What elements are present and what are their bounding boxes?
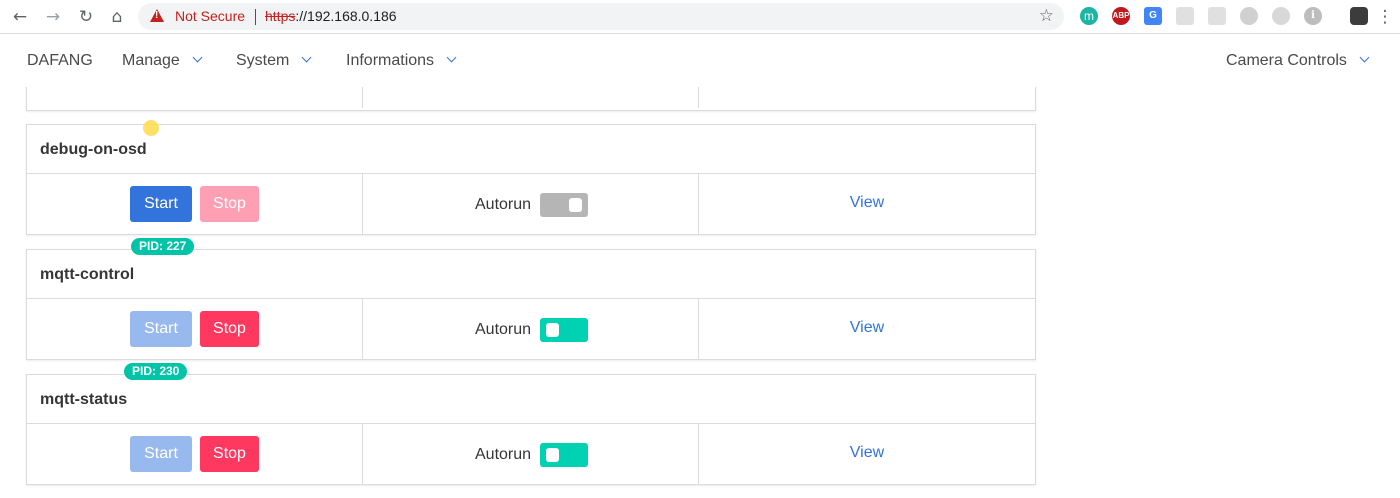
service-body: Start Stop Autorun View [27, 424, 1035, 484]
browser-toolbar: ← → ↻ ⌂ Not Secure https://192.168.0.186… [0, 0, 1400, 34]
bookmark-star-icon[interactable]: ☆ [1039, 6, 1054, 26]
nav-camera-controls[interactable]: Camera Controls [1226, 52, 1370, 70]
home-icon[interactable]: ⌂ [106, 6, 128, 28]
service-name: mqtt-control [40, 266, 135, 283]
start-button[interactable]: Start [130, 311, 192, 347]
service-card: mqtt-status PID: 230 Start Stop Autorun … [26, 363, 1036, 485]
nav-manage[interactable]: Manage [122, 52, 203, 70]
nav-system[interactable]: System [236, 52, 312, 70]
service-actions [27, 87, 363, 108]
extension-circle-icon[interactable] [1272, 7, 1290, 25]
service-header: mqtt-control PID: 227 [27, 238, 1035, 299]
service-view: View [699, 424, 1035, 484]
service-body: Start Stop Autorun View [27, 174, 1035, 234]
adblock-icon[interactable]: ABP [1112, 7, 1130, 25]
pid-badge: PID: 227 [131, 238, 195, 255]
view-link[interactable]: View [699, 319, 1035, 337]
extension-m-icon[interactable]: m [1080, 7, 1098, 25]
service-autorun: Autorun [363, 299, 699, 359]
chevron-down-icon [301, 52, 312, 63]
service-card: debug-on-osd Start Stop Autorun View [26, 120, 1036, 235]
autorun-label: Autorun [475, 321, 532, 338]
service-view: View [699, 174, 1035, 234]
service-name: debug-on-osd [40, 141, 147, 158]
autorun-toggle[interactable] [540, 193, 588, 217]
chevron-down-icon [1359, 52, 1370, 63]
extension-gray-icon[interactable] [1176, 7, 1194, 25]
nav-system-label: System [236, 52, 290, 69]
service-autorun: Autorun [363, 424, 699, 484]
forward-icon[interactable]: → [42, 6, 64, 28]
info-icon[interactable]: i [1304, 7, 1322, 25]
stop-button[interactable]: Stop [200, 311, 259, 347]
service-actions: Start Stop [27, 424, 363, 484]
chevron-down-icon [192, 52, 203, 63]
toggle-knob [546, 323, 559, 337]
nav-informations[interactable]: Informations [346, 52, 457, 70]
url-host: ://192.168.0.186 [295, 8, 397, 24]
toggle-knob [546, 448, 559, 462]
translate-icon[interactable]: G [1144, 7, 1162, 25]
service-actions: Start Stop [27, 299, 363, 359]
reload-icon[interactable]: ↻ [75, 6, 97, 28]
menu-dots-icon[interactable]: ⋮ [1374, 6, 1396, 28]
status-dot [143, 120, 159, 136]
back-icon[interactable]: ← [9, 6, 31, 28]
service-view [699, 87, 1035, 108]
start-button[interactable]: Start [130, 436, 192, 472]
omnibox-divider [255, 9, 256, 25]
extension-chat-icon[interactable] [1240, 7, 1258, 25]
url-text: https://192.168.0.186 [265, 8, 397, 24]
service-view: View [699, 299, 1035, 359]
extension-box-icon[interactable] [1208, 7, 1226, 25]
autorun-toggle[interactable] [540, 318, 588, 342]
nav-manage-label: Manage [122, 52, 180, 69]
service-autorun: Autorun [363, 174, 699, 234]
view-link[interactable]: View [699, 444, 1035, 462]
service-header: mqtt-status PID: 230 [27, 363, 1035, 424]
service-body: Start Stop Autorun View [27, 299, 1035, 359]
address-bar[interactable]: Not Secure https://192.168.0.186 ☆ [138, 3, 1064, 30]
services-list: debug-on-osd Start Stop Autorun View mqt… [0, 87, 1400, 498]
app-navbar: DAFANG Manage System Informations Camera… [0, 35, 1400, 87]
service-actions: Start Stop [27, 174, 363, 234]
warning-icon [150, 9, 164, 22]
toggle-knob [569, 198, 582, 212]
service-name: mqtt-status [40, 391, 128, 408]
start-button[interactable]: Start [130, 186, 192, 222]
nav-camera-controls-label: Camera Controls [1226, 52, 1347, 69]
stop-button[interactable]: Stop [200, 436, 259, 472]
nav-informations-label: Informations [346, 52, 435, 69]
profile-avatar[interactable] [1350, 7, 1368, 25]
view-link[interactable]: View [699, 194, 1035, 212]
stop-button[interactable]: Stop [200, 186, 259, 222]
chevron-down-icon [446, 52, 457, 63]
autorun-toggle[interactable] [540, 443, 588, 467]
service-card: mqtt-control PID: 227 Start Stop Autorun… [26, 238, 1036, 360]
service-card-partial [26, 87, 1036, 111]
url-scheme: https [265, 8, 296, 24]
brand-link[interactable]: DAFANG [27, 52, 93, 70]
service-autorun [363, 87, 699, 108]
pid-badge: PID: 230 [124, 363, 188, 380]
autorun-label: Autorun [475, 196, 532, 213]
not-secure-label: Not Secure [175, 8, 246, 24]
autorun-label: Autorun [475, 446, 532, 463]
service-header: debug-on-osd [27, 120, 1035, 174]
